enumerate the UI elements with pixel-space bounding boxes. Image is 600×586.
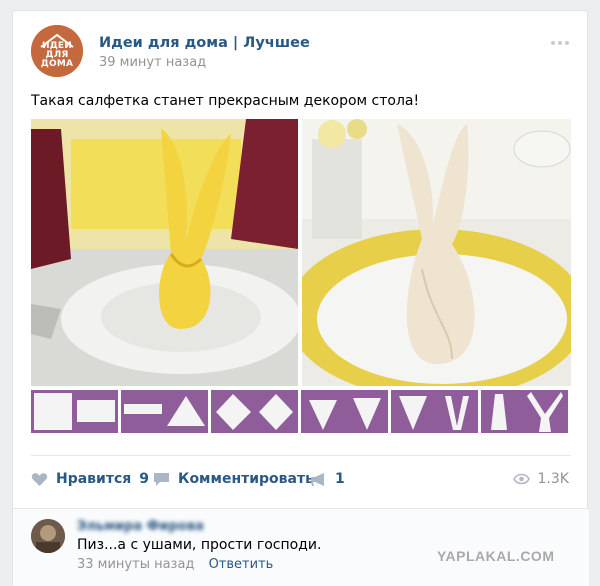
like-label: Нравится	[56, 471, 132, 487]
post-timestamp[interactable]: 39 минут назад	[99, 55, 206, 70]
step-thumbnail[interactable]	[31, 390, 118, 433]
step-thumbnail[interactable]	[391, 390, 478, 433]
step-thumbnail[interactable]	[481, 390, 568, 433]
group-avatar[interactable]: ИДЕИ ДЛЯ ДОМА	[31, 25, 83, 77]
comment-icon	[154, 472, 169, 486]
comment-button[interactable]: Комментировать	[153, 471, 314, 487]
step-thumbnail[interactable]	[211, 390, 298, 433]
more-options-icon[interactable]	[551, 41, 569, 45]
step-thumbnail[interactable]	[301, 390, 388, 433]
group-name-link[interactable]: Идеи для дома | Лучшее	[99, 35, 310, 51]
share-button[interactable]: 1	[310, 471, 345, 487]
yellow-napkin-bunny-photo[interactable]	[31, 119, 298, 386]
step-thumbnail[interactable]	[121, 390, 208, 433]
post-card: ИДЕИ ДЛЯ ДОМА Идеи для дома | Лучшее 39 …	[12, 10, 589, 586]
white-napkin-bunny-photo[interactable]	[302, 119, 571, 386]
commenter-avatar[interactable]	[31, 519, 65, 553]
divider	[31, 455, 571, 456]
views-counter: 1.3K	[512, 471, 569, 487]
like-button[interactable]: Нравится 9	[31, 471, 149, 487]
comment-label: Комментировать	[178, 471, 314, 487]
comment-item: Эльмира Фирова Пиз...а с ушами, прости г…	[13, 508, 589, 586]
heart-icon	[31, 472, 48, 486]
comment-text: Пиз...а с ушами, прости господи.	[77, 537, 322, 553]
views-count: 1.3K	[537, 471, 569, 487]
watermark: YAPLAKAL.COM	[437, 548, 555, 564]
avatar-logo-text: ИДЕИ ДЛЯ ДОМА	[40, 41, 74, 69]
post-text: Такая салфетка станет прекрасным декором…	[31, 93, 420, 109]
like-count: 9	[139, 471, 150, 487]
comment-timestamp[interactable]: 33 минуты назад	[77, 557, 194, 572]
eye-icon	[512, 473, 530, 485]
megaphone-icon	[311, 472, 324, 486]
commenter-name[interactable]: Эльмира Фирова	[77, 519, 204, 534]
reply-button[interactable]: Ответить	[209, 557, 274, 572]
share-count: 1	[335, 471, 345, 487]
comment-meta: 33 минуты назад Ответить	[77, 557, 273, 572]
